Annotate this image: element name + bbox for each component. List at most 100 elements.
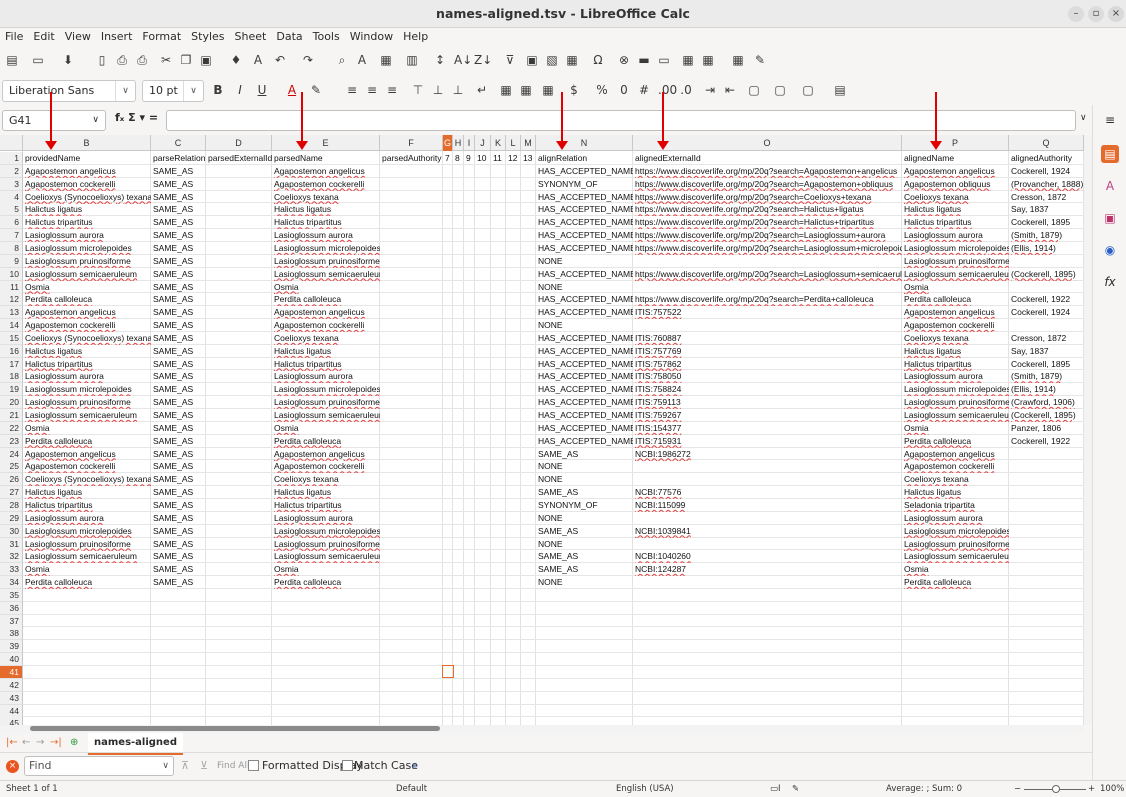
table-cell[interactable]: ITIS:757862 — [633, 358, 902, 371]
sort-ascending-icon[interactable]: A↓ — [454, 52, 472, 68]
table-cell[interactable]: HAS_ACCEPTED_NAME — [536, 216, 633, 229]
table-cell[interactable]: Osmia — [272, 281, 380, 294]
column-header-d[interactable]: D — [206, 135, 272, 151]
table-cell[interactable]: SAME_AS — [151, 242, 206, 255]
print-icon[interactable]: ⎙ — [114, 52, 130, 68]
close-icon[interactable]: × — [1108, 6, 1124, 22]
table-cell[interactable] — [206, 460, 272, 473]
row-header[interactable]: 36 — [0, 601, 23, 615]
table-cell[interactable]: Lasioglossum microlepoides — [902, 242, 1009, 255]
table-cell[interactable]: SAME_AS — [536, 525, 633, 538]
table-cell[interactable]: SAME_AS — [151, 460, 206, 473]
table-cell[interactable]: Perdita calloleuca — [902, 435, 1009, 448]
new-document-icon[interactable]: ▤ — [4, 52, 20, 68]
table-cell[interactable] — [206, 191, 272, 204]
table-cell[interactable]: Agapostemon angelicus — [23, 448, 151, 461]
table-cell[interactable] — [206, 499, 272, 512]
maximize-icon[interactable]: ▫ — [1088, 6, 1104, 22]
menu-item-data[interactable]: Data — [271, 28, 307, 46]
styles-icon[interactable]: A — [1101, 177, 1119, 195]
chevron-down-icon[interactable]: ∨ — [183, 81, 203, 101]
find-input[interactable]: Find ∨ — [24, 756, 174, 776]
border-color-icon[interactable]: ▢ — [800, 82, 816, 98]
table-cell[interactable]: Lasioglossum microlepoides — [23, 525, 151, 538]
table-cell[interactable]: ITIS:757769 — [633, 345, 902, 358]
table-cell[interactable]: https://www.discoverlife.org/mp/20q?sear… — [633, 216, 902, 229]
table-cell[interactable]: Agapostemon angelicus — [902, 306, 1009, 319]
table-cell[interactable]: SAME_AS — [151, 165, 206, 178]
table-cell[interactable]: SAME_AS — [151, 203, 206, 216]
wrap-text-icon[interactable]: ↵ — [474, 82, 490, 98]
table-cell[interactable]: SAME_AS — [151, 435, 206, 448]
table-cell[interactable]: HAS_ACCEPTED_NAME — [536, 268, 633, 281]
table-cell[interactable]: SAME_AS — [151, 512, 206, 525]
table-cell[interactable] — [206, 396, 272, 409]
row-header[interactable]: 33 — [0, 563, 23, 577]
table-cell[interactable]: Agapostemon angelicus — [272, 448, 380, 461]
table-cell[interactable]: Lasioglossum semicaeruleum — [272, 550, 380, 563]
table-cell[interactable] — [1009, 448, 1084, 461]
hyperlink-icon[interactable]: ⊗ — [616, 52, 632, 68]
first-sheet-icon[interactable]: |← — [6, 733, 18, 753]
unmerge-icon[interactable]: ▦ — [540, 82, 556, 98]
row-header[interactable]: 37 — [0, 614, 23, 628]
table-cell[interactable] — [206, 563, 272, 576]
table-cell[interactable]: Agapostemon cockerelli — [23, 319, 151, 332]
last-sheet-icon[interactable]: →| — [50, 733, 62, 753]
menu-item-file[interactable]: File — [0, 28, 28, 46]
table-cell[interactable]: alignedExternalId — [633, 152, 902, 165]
table-cell[interactable]: NONE — [536, 473, 633, 486]
chevron-down-icon[interactable]: ∨ — [115, 81, 135, 101]
row-header[interactable]: 24 — [0, 447, 23, 461]
table-cell[interactable]: Lasioglossum pruinosiforme — [272, 396, 380, 409]
table-cell[interactable]: Lasioglossum aurora — [902, 370, 1009, 383]
table-cell[interactable]: https://www.discoverlife.org/mp/20q?sear… — [633, 191, 902, 204]
table-cell[interactable]: Cockerell, 1922 — [1009, 435, 1084, 448]
table-cell[interactable]: SAME_AS — [151, 319, 206, 332]
table-cell[interactable] — [633, 473, 902, 486]
table-cell[interactable]: 8 — [453, 152, 464, 165]
table-cell[interactable]: SAME_AS — [151, 370, 206, 383]
table-cell[interactable]: Lasioglossum semicaeruleum — [272, 268, 380, 281]
navigator-icon[interactable]: ◉ — [1101, 241, 1119, 259]
table-cell[interactable]: Halictus ligatus — [902, 345, 1009, 358]
row-header[interactable]: 27 — [0, 486, 23, 500]
table-cell[interactable]: Lasioglossum pruinosiforme — [902, 538, 1009, 551]
number-format-icon[interactable]: 0 — [616, 82, 632, 98]
table-cell[interactable]: NCBI:1986272 — [633, 448, 902, 461]
table-cell[interactable]: SAME_AS — [151, 358, 206, 371]
function-wizard-icon[interactable]: fₓ Σ ▾ = — [115, 111, 158, 124]
table-cell[interactable]: Lasioglossum aurora — [23, 512, 151, 525]
gallery-icon[interactable]: ▣ — [1101, 209, 1119, 227]
table-cell[interactable]: SAME_AS — [151, 255, 206, 268]
draw-icon[interactable]: ✎ — [752, 52, 768, 68]
table-cell[interactable]: Osmia — [23, 563, 151, 576]
table-cell[interactable] — [633, 319, 902, 332]
table-cell[interactable]: SAME_AS — [151, 396, 206, 409]
match-case-checkbox[interactable] — [342, 760, 353, 771]
paste-icon[interactable]: ▣ — [198, 52, 214, 68]
align-right-icon[interactable]: ≡ — [384, 82, 400, 98]
table-cell[interactable]: Halictus ligatus — [272, 345, 380, 358]
table-cell[interactable]: Lasioglossum microlepoides — [272, 525, 380, 538]
table-cell[interactable]: Cockerell, 1895 — [1009, 216, 1084, 229]
indent-icon[interactable]: ⇥ — [702, 82, 718, 98]
table-cell[interactable] — [633, 281, 902, 294]
functions-icon[interactable]: fx — [1101, 273, 1119, 291]
table-cell[interactable] — [206, 345, 272, 358]
table-cell[interactable]: Lasioglossum semicaeruleum — [23, 409, 151, 422]
table-cell[interactable]: Lasioglossum microlepoides — [902, 383, 1009, 396]
table-cell[interactable]: Agapostemon cockerelli — [902, 460, 1009, 473]
table-cell[interactable]: HAS_ACCEPTED_NAME — [536, 383, 633, 396]
table-cell[interactable]: Osmia — [902, 422, 1009, 435]
table-cell[interactable]: SAME_AS — [151, 499, 206, 512]
cut-icon[interactable]: ✂ — [158, 52, 174, 68]
row-header[interactable]: 18 — [0, 370, 23, 384]
table-cell[interactable]: Lasioglossum microlepoides — [23, 383, 151, 396]
table-cell[interactable] — [206, 525, 272, 538]
table-cell[interactable]: Lasioglossum pruinosiforme — [23, 538, 151, 551]
row-header[interactable]: 7 — [0, 229, 23, 243]
table-cell[interactable]: Lasioglossum pruinosiforme — [272, 538, 380, 551]
table-cell[interactable]: Agapostemon angelicus — [272, 165, 380, 178]
row-header[interactable]: 4 — [0, 190, 23, 204]
